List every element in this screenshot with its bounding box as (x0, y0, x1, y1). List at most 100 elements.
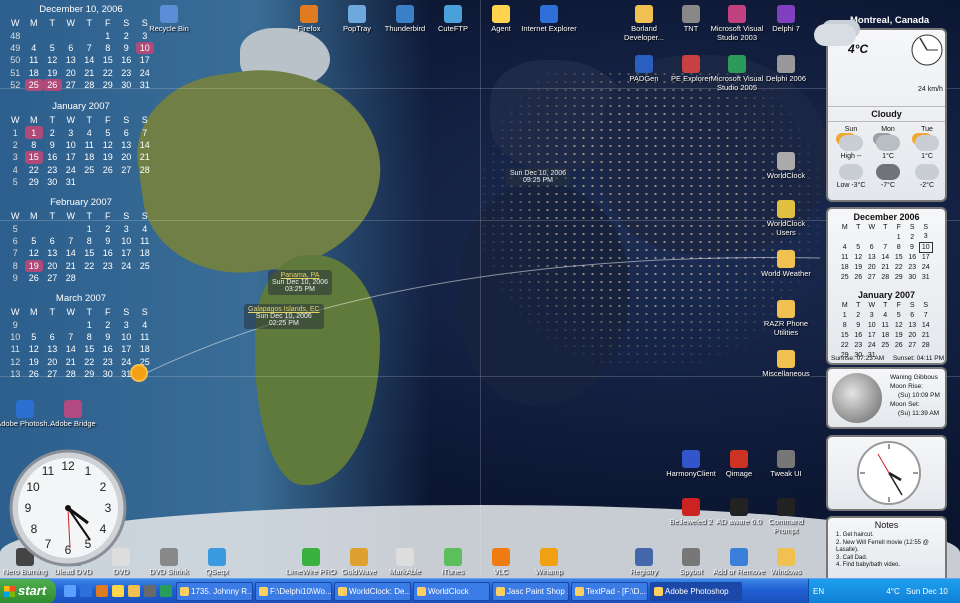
calendar-day[interactable] (865, 232, 879, 242)
calendar-day[interactable]: 6 (865, 242, 879, 252)
calendar-day[interactable]: 14 (879, 252, 893, 262)
calendar-day[interactable]: 20 (43, 260, 62, 272)
calendar-day[interactable] (25, 222, 44, 234)
calendar-day[interactable]: 21 (919, 330, 933, 340)
calendar-day[interactable]: 12 (25, 247, 44, 259)
calendar-day[interactable]: 5 (43, 42, 62, 54)
calendar-day[interactable]: 11 (838, 252, 852, 262)
calendar-day[interactable]: 6 (43, 235, 62, 247)
calendar-day[interactable]: 27 (43, 272, 62, 284)
calendar-day[interactable]: 6 (62, 42, 81, 54)
calendar-day[interactable]: 3 (865, 310, 879, 320)
desktop-icon[interactable]: WorldClock Users (757, 200, 815, 237)
desktop-icon[interactable]: Tweak UI (757, 450, 815, 479)
taskbar-button[interactable]: 1735. Johnny R... (176, 582, 253, 601)
calendar-day[interactable]: 24 (136, 67, 155, 79)
calendar-day[interactable]: 12 (43, 54, 62, 66)
taskbar-button[interactable]: Adobe Photoshop (650, 582, 742, 601)
calendar-day[interactable]: 13 (62, 54, 81, 66)
calendar-day[interactable]: 27 (43, 368, 62, 380)
calendar-day[interactable]: 8 (892, 242, 906, 252)
calendar-day[interactable]: 2 (43, 126, 62, 138)
calendar-day[interactable]: 7 (62, 331, 81, 343)
calendar-day[interactable]: 6 (43, 331, 62, 343)
start-button[interactable]: start (0, 579, 56, 603)
quicklaunch-mail-icon[interactable] (112, 585, 124, 597)
calendar-day[interactable]: 29 (80, 368, 99, 380)
calendar-day[interactable]: 23 (117, 67, 136, 79)
taskbar-button[interactable]: F:\Delphi10\Wo... (255, 582, 332, 601)
calendar-day[interactable]: 13 (865, 252, 879, 262)
calendar-day[interactable]: 1 (24, 126, 43, 139)
calendar-day[interactable]: 17 (62, 151, 81, 163)
calendar-day[interactable]: 15 (838, 330, 852, 340)
calendar-day[interactable]: 23 (43, 164, 62, 176)
calendar-day[interactable] (62, 29, 81, 41)
calendar-day[interactable]: 4 (838, 242, 852, 252)
calendar-day[interactable]: 2 (852, 310, 866, 320)
calendar-day[interactable]: 3 (919, 232, 933, 242)
calendar-day[interactable]: 25 (879, 340, 893, 350)
calendar-day[interactable]: 9 (906, 242, 920, 252)
calendar-day[interactable]: 28 (80, 79, 99, 91)
calendar-day[interactable]: 28 (62, 368, 81, 380)
taskbar-button[interactable]: WorldClock: De... (334, 582, 411, 601)
calendar-day[interactable]: 21 (62, 356, 81, 368)
calendar-day[interactable]: 24 (865, 340, 879, 350)
calendar-day[interactable]: 20 (117, 151, 136, 163)
map-bubble-europe[interactable]: Sun Dec 10, 2006 09:25 PM (506, 168, 571, 186)
calendar-day[interactable]: 2 (99, 222, 118, 234)
calendar-day[interactable]: 24 (117, 260, 136, 272)
calendar-day[interactable]: 28 (879, 272, 893, 282)
calendar-day[interactable]: 16 (99, 247, 118, 259)
calendar-day[interactable]: 12 (892, 320, 906, 330)
calendar-day[interactable] (62, 318, 81, 330)
calendar-day[interactable] (99, 176, 118, 188)
calendar-day[interactable]: 6 (906, 310, 920, 320)
calendar-day[interactable]: 10 (117, 235, 136, 247)
desktop-icon[interactable]: Winamp (520, 548, 578, 577)
calendar-day[interactable]: 23 (99, 356, 118, 368)
calendar-day[interactable]: 17 (865, 330, 879, 340)
calendar-day[interactable]: 14 (80, 54, 99, 66)
calendar-day[interactable]: 9 (852, 320, 866, 330)
calendar-day[interactable]: 22 (25, 164, 44, 176)
desktop-icon[interactable]: Adobe Bridge (44, 400, 102, 429)
clock-widget[interactable] (826, 435, 947, 511)
calendar-day[interactable] (80, 272, 99, 284)
calendar-day[interactable]: 17 (136, 54, 155, 66)
tray-clock[interactable]: Sun Dec 10 03:27:41 PM (813, 587, 948, 603)
note-item[interactable]: 2. New Will Ferrell movie (12:55 @ Lasal… (836, 540, 937, 555)
taskbar-button[interactable]: WorldClock (413, 582, 490, 601)
calendar-day[interactable]: 30 (99, 368, 118, 380)
calendar-day[interactable]: 22 (80, 356, 99, 368)
quicklaunch-media-icon[interactable] (144, 585, 156, 597)
calendar-day[interactable]: 11 (136, 331, 155, 343)
calendar-day[interactable]: 27 (62, 79, 81, 91)
note-item[interactable]: 1. Get haircut. (836, 532, 937, 540)
calendar-day[interactable] (117, 176, 136, 188)
calendar-day[interactable]: 12 (99, 139, 118, 151)
calendar-day[interactable]: 27 (865, 272, 879, 282)
calendar-day[interactable]: 3 (117, 222, 136, 234)
calendar-day[interactable]: 28 (62, 272, 81, 284)
calendar-day[interactable] (136, 176, 155, 188)
calendar-day[interactable]: 9 (99, 235, 118, 247)
desktop-icon[interactable]: Miscellaneous (757, 350, 815, 379)
calendar-day[interactable]: 5 (852, 242, 866, 252)
calendar-day[interactable]: 21 (80, 67, 99, 79)
moon-widget[interactable]: Waning Gibbous Moon Rise: (Su) 10:09 PM … (826, 367, 947, 429)
language-indicator[interactable]: EN (813, 587, 824, 596)
calendar-day[interactable]: 1 (80, 222, 99, 234)
quicklaunch-desktop-icon[interactable] (64, 585, 76, 597)
calendar-day[interactable] (25, 29, 44, 41)
calendar-day[interactable]: 22 (99, 67, 118, 79)
calendar-widget[interactable]: December 2006 M T W T F S S 1 2 3 4 5 6 7 8 9 10 11 12 13 14 1… (826, 207, 947, 365)
calendar-day[interactable]: 23 (99, 260, 118, 272)
calendar-day[interactable]: 20 (865, 262, 879, 272)
calendar-day[interactable]: 16 (906, 252, 920, 262)
calendar-day[interactable]: 10 (117, 331, 136, 343)
calendar-day[interactable]: 26 (852, 272, 866, 282)
calendar-day[interactable]: 3 (117, 318, 136, 330)
calendar-day[interactable]: 15 (80, 247, 99, 259)
